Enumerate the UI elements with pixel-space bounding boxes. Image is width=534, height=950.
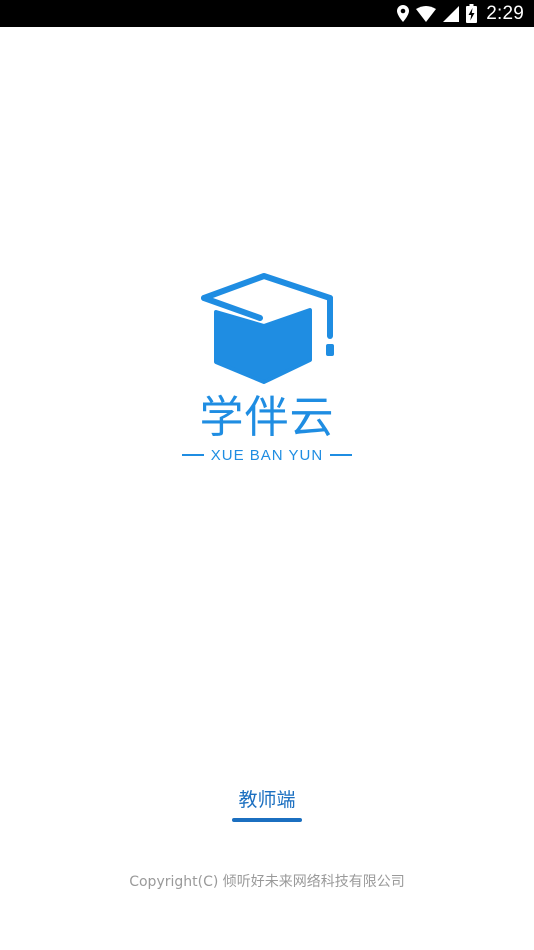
brand-line-left xyxy=(182,454,204,456)
location-icon xyxy=(397,5,410,22)
graduation-cap-icon xyxy=(198,272,334,384)
status-time: 2:29 xyxy=(486,2,524,24)
tab-teacher-label: 教师端 xyxy=(238,789,296,811)
tab-active-indicator xyxy=(232,818,302,822)
brand-name-cn: 学伴云 xyxy=(199,392,335,443)
brand-name-en-row: XUE BAN YUN xyxy=(182,446,352,464)
copyright-text: Copyright(C) 倾听好未来网络科技有限公司 xyxy=(129,874,405,890)
battery-charging-icon xyxy=(466,4,478,23)
brand-name-en: XUE BAN YUN xyxy=(210,446,324,464)
wifi-icon xyxy=(416,5,437,22)
status-icons: 2:29 xyxy=(397,0,524,27)
status-bar: 2:29 xyxy=(0,0,534,27)
brand-line-right xyxy=(329,454,352,456)
tab-teacher[interactable]: 教师端 xyxy=(228,786,306,822)
signal-icon xyxy=(443,5,460,22)
